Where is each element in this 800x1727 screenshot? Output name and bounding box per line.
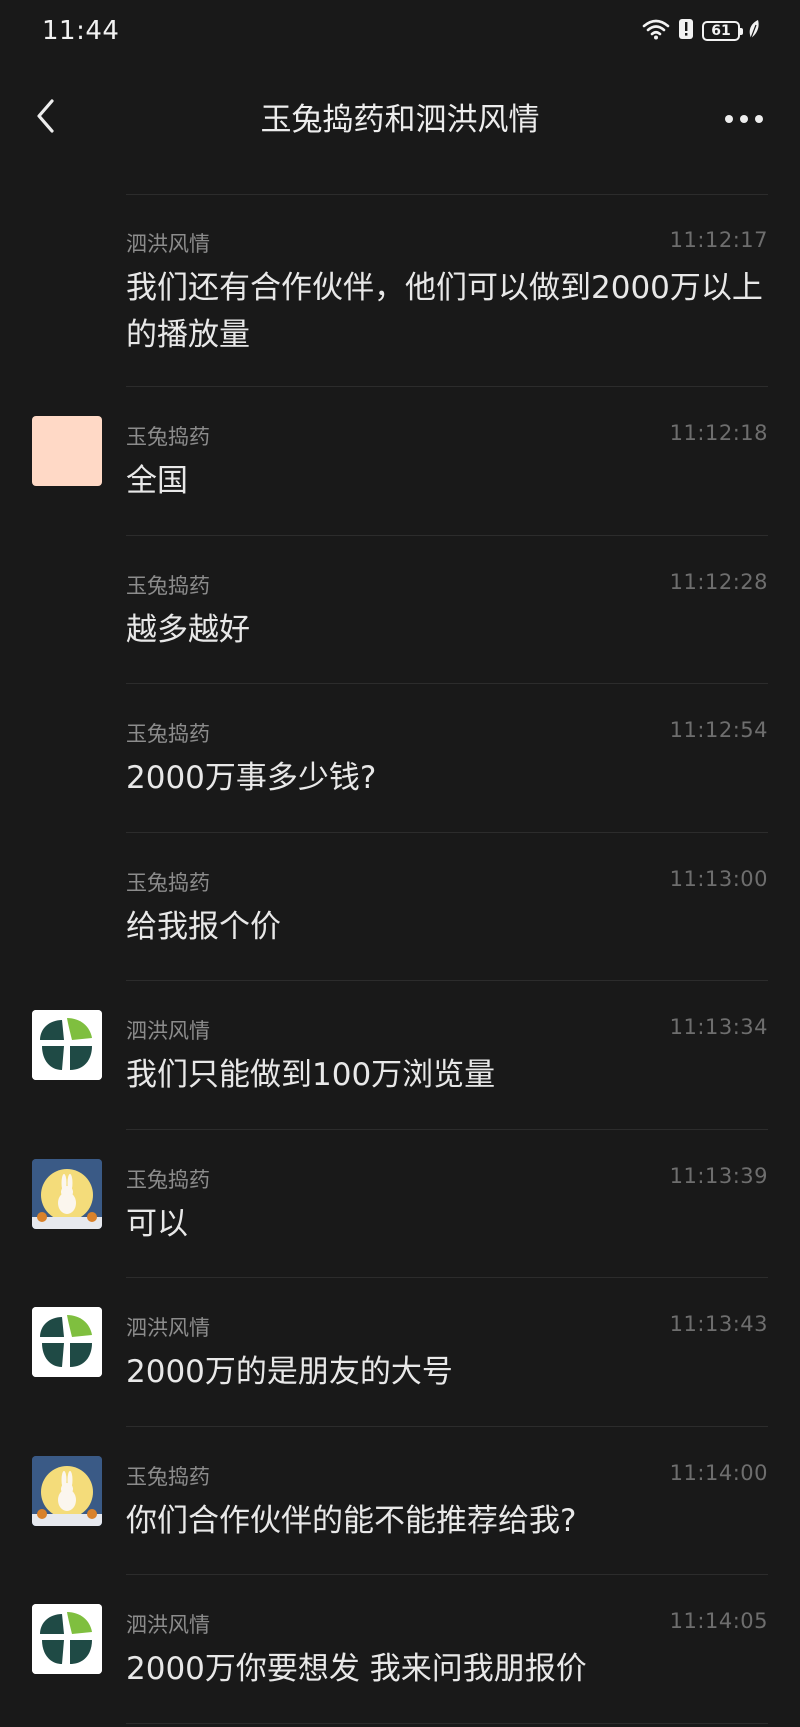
message-row[interactable]: 玉兔捣药 11:14:00 你们合作伙伴的能不能推荐给我? bbox=[0, 1427, 800, 1575]
divider bbox=[126, 1722, 768, 1724]
message-row[interactable]: 泗洪风情 11:13:43 2000万的是朋友的大号 bbox=[0, 1278, 800, 1427]
message-sender: 泗洪风情 bbox=[126, 1613, 210, 1637]
status-time: 11:44 bbox=[42, 16, 120, 46]
battery-icon: 61 bbox=[702, 21, 743, 41]
page-title: 玉兔捣药和泗洪风情 bbox=[260, 102, 540, 138]
status-icons: 61 bbox=[642, 18, 760, 44]
avatar[interactable] bbox=[32, 1010, 102, 1080]
message-text: 可以 bbox=[126, 1205, 188, 1242]
message-time: 11:12:28 bbox=[669, 569, 768, 594]
flower-logo-icon bbox=[32, 1307, 102, 1377]
avatar[interactable] bbox=[32, 1604, 102, 1674]
message-text: 我们只能做到100万浏览量 bbox=[126, 1057, 496, 1093]
status-bar: 11:44 61 bbox=[0, 0, 800, 66]
message-time: 11:12:54 bbox=[669, 718, 768, 742]
message-sender: 玉兔捣药 bbox=[126, 870, 210, 895]
message-sender: 玉兔捣药 bbox=[126, 722, 210, 746]
message-sender: 泗洪风情 bbox=[126, 232, 210, 256]
message-time: 11:13:43 bbox=[669, 1312, 768, 1336]
message-text: 给我报个价 bbox=[126, 908, 281, 945]
battery-level: 61 bbox=[711, 23, 731, 39]
message-text: 2000万事多少钱? bbox=[126, 760, 377, 796]
message-time: 11:13:00 bbox=[669, 866, 768, 891]
message-time: 11:12:17 bbox=[669, 228, 768, 252]
message-row[interactable]: 玉兔捣药 11:13:39 可以 bbox=[0, 1130, 800, 1278]
message-row[interactable]: 泗洪风情 11:12:17 我们还有合作伙伴，他们可以做到2000万以上的播放量 bbox=[0, 194, 800, 387]
message-text: 你们合作伙伴的能不能推荐给我? bbox=[126, 1502, 577, 1539]
avatar[interactable] bbox=[32, 1307, 102, 1377]
message-time: 11:14:00 bbox=[669, 1460, 768, 1485]
message-sender: 泗洪风情 bbox=[126, 1019, 210, 1043]
avatar[interactable] bbox=[32, 416, 102, 486]
message-time: 11:14:05 bbox=[669, 1609, 768, 1633]
flower-logo-icon bbox=[32, 1604, 102, 1674]
message-sender: 玉兔捣药 bbox=[126, 1167, 210, 1192]
message-time: 11:13:34 bbox=[669, 1015, 768, 1039]
leaf-icon bbox=[748, 19, 760, 43]
message-row[interactable]: 玉兔捣药 11:12:18 全国 bbox=[0, 387, 800, 536]
message-row[interactable]: 玉兔捣药 11:12:54 2000万事多少钱? bbox=[0, 684, 800, 833]
avatar[interactable] bbox=[32, 1455, 102, 1526]
avatar[interactable] bbox=[32, 1158, 102, 1229]
message-text: 我们还有合作伙伴，他们可以做到2000万以上的播放量 bbox=[126, 270, 763, 353]
message-sender: 玉兔捣药 bbox=[126, 1464, 210, 1489]
nav-bar: 玉兔捣药和泗洪风情 bbox=[0, 66, 800, 170]
message-time: 11:13:39 bbox=[669, 1163, 768, 1188]
message-sender: 泗洪风情 bbox=[126, 1316, 210, 1340]
message-text: 2000万的是朋友的大号 bbox=[126, 1354, 453, 1390]
message-row[interactable]: 玉兔捣药 11:12:28 越多越好 bbox=[0, 536, 800, 684]
message-text: 越多越好 bbox=[126, 611, 250, 648]
alert-icon bbox=[678, 18, 694, 44]
message-text: 2000万你要想发 我来问我朋报价 bbox=[126, 1651, 587, 1687]
moon-rabbit-icon bbox=[32, 1158, 102, 1229]
message-row[interactable]: 泗洪风情 11:14:05 2000万你要想发 我来问我朋报价 bbox=[0, 1575, 800, 1724]
message-text: 全国 bbox=[126, 463, 188, 499]
message-sender: 玉兔捣药 bbox=[126, 573, 210, 598]
flower-logo-icon bbox=[32, 1010, 102, 1080]
wifi-icon bbox=[642, 18, 670, 44]
more-button[interactable] bbox=[716, 98, 772, 138]
moon-rabbit-icon bbox=[32, 1455, 102, 1526]
message-sender: 玉兔捣药 bbox=[126, 425, 210, 449]
more-dots-icon bbox=[724, 109, 764, 128]
message-time: 11:12:18 bbox=[669, 421, 768, 445]
message-row[interactable]: 玉兔捣药 11:13:00 给我报个价 bbox=[0, 833, 800, 981]
message-row[interactable]: 泗洪风情 11:13:34 我们只能做到100万浏览量 bbox=[0, 981, 800, 1130]
message-list[interactable]: 泗洪风情 11:12:17 我们还有合作伙伴，他们可以做到2000万以上的播放量… bbox=[0, 194, 800, 1724]
